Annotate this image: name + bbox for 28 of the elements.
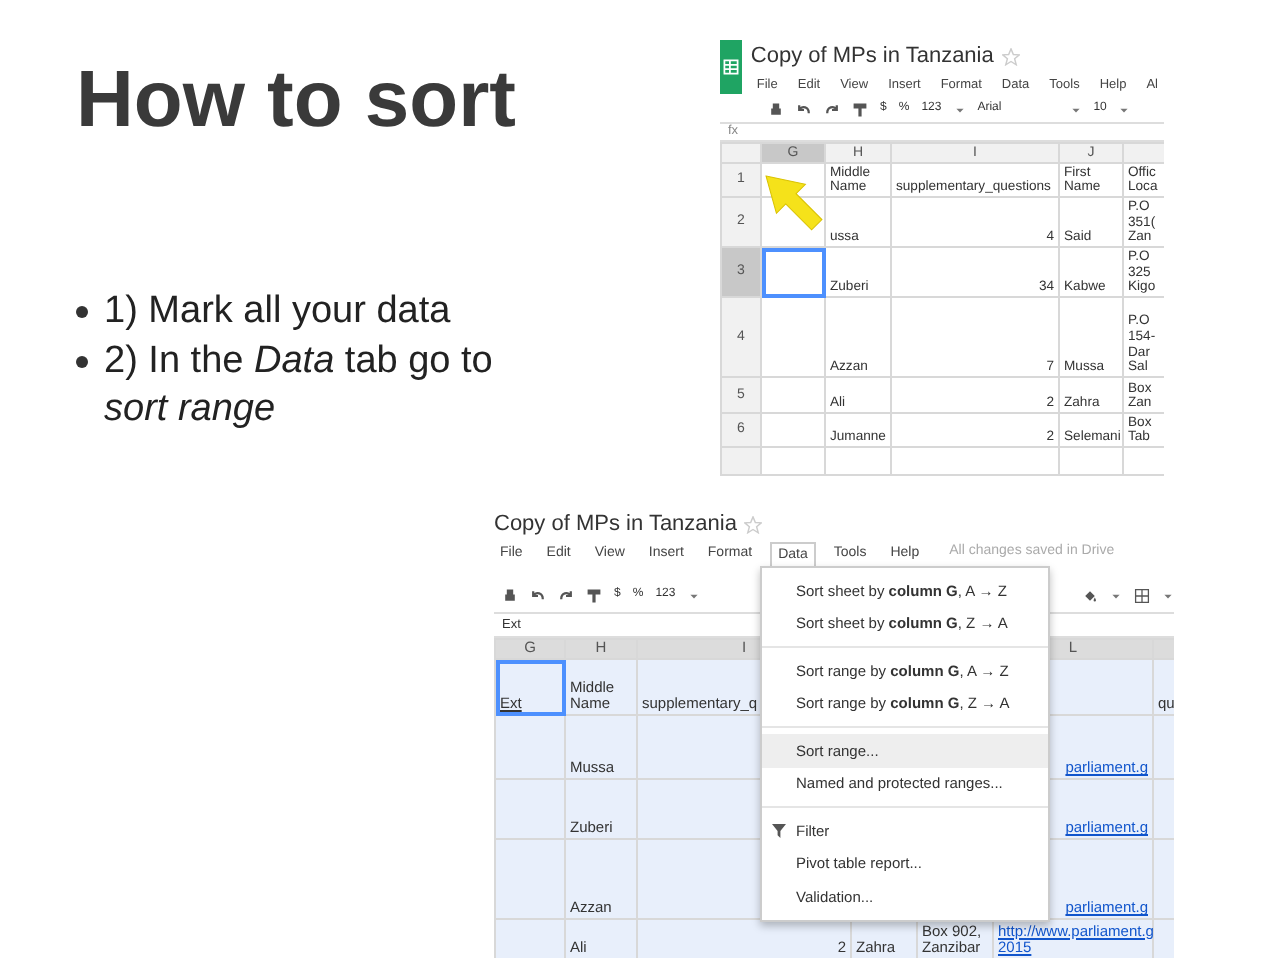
paint-format-icon[interactable] <box>852 101 868 118</box>
undo-icon[interactable] <box>796 101 812 118</box>
document-title: Copy of MPs in Tanzania <box>750 42 994 72</box>
caret-icon[interactable] <box>687 589 700 601</box>
caret-icon[interactable] <box>1069 103 1082 116</box>
print-icon[interactable] <box>502 587 518 603</box>
caret-icon[interactable] <box>1118 103 1131 116</box>
redo-icon[interactable] <box>558 587 574 603</box>
slide-title: How to sort <box>76 56 518 144</box>
print-icon[interactable] <box>768 101 784 118</box>
bullet-text: 1) Mark all your data <box>104 288 451 336</box>
undo-icon[interactable] <box>530 587 546 603</box>
bullet-dot-icon <box>76 355 88 368</box>
fill-color-icon[interactable] <box>1082 587 1098 603</box>
document-title: Copy of MPs in Tanzania <box>494 510 737 540</box>
borders-icon[interactable] <box>1134 587 1150 603</box>
caret-icon[interactable] <box>1162 589 1174 601</box>
bullet-dot-icon <box>76 306 88 318</box>
bullet-text: 2) In the Data tab go to sort range <box>104 337 493 435</box>
paint-format-icon[interactable] <box>586 587 602 603</box>
caret-icon[interactable] <box>1110 589 1122 601</box>
active-cell[interactable] <box>761 247 825 298</box>
sheets-logo-icon <box>720 40 743 94</box>
caret-icon[interactable] <box>953 103 966 116</box>
star-icon[interactable] <box>744 515 763 534</box>
redo-icon[interactable] <box>824 101 840 118</box>
arrow-drawing <box>764 174 824 234</box>
star-icon[interactable] <box>1001 47 1020 66</box>
